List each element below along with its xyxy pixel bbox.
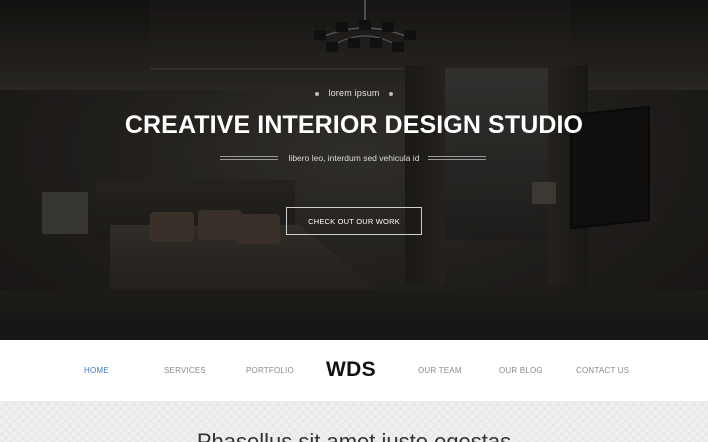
nav-item-portfolio[interactable]: PORTFOLIO	[246, 366, 294, 375]
double-line-divider-right	[428, 156, 486, 160]
hero-banner: lorem ipsum CREATIVE INTERIOR DESIGN STU…	[0, 0, 708, 340]
nav-item-our-blog[interactable]: OUR BLOG	[499, 366, 543, 375]
check-out-our-work-button[interactable]: CHECK OUT OUR WORK	[286, 207, 422, 235]
nav-item-services[interactable]: SERVICES	[164, 366, 206, 375]
hero-title: CREATIVE INTERIOR DESIGN STUDIO	[124, 111, 584, 139]
hero-eyebrow-text: lorem ipsum	[328, 88, 380, 98]
nav-item-contact-us[interactable]: CONTACT US	[576, 366, 629, 375]
nav-item-home[interactable]: HOME	[84, 366, 109, 375]
hero-dark-overlay	[0, 0, 708, 340]
hero-eyebrow: lorem ipsum	[0, 88, 708, 98]
section-heading: Phasellus sit amet justo egestas	[196, 429, 512, 442]
nav-item-our-team[interactable]: OUR TEAM	[418, 366, 462, 375]
site-logo[interactable]: WDS	[326, 358, 376, 382]
intro-section: Phasellus sit amet justo egestas	[0, 401, 708, 442]
bullet-dot-icon	[388, 91, 393, 96]
hero-subtitle: libero leo, interdum sed vehicula id	[288, 153, 420, 163]
bullet-dot-icon	[315, 91, 320, 96]
main-navigation: HOME SERVICES PORTFOLIO WDS OUR TEAM OUR…	[0, 340, 708, 401]
